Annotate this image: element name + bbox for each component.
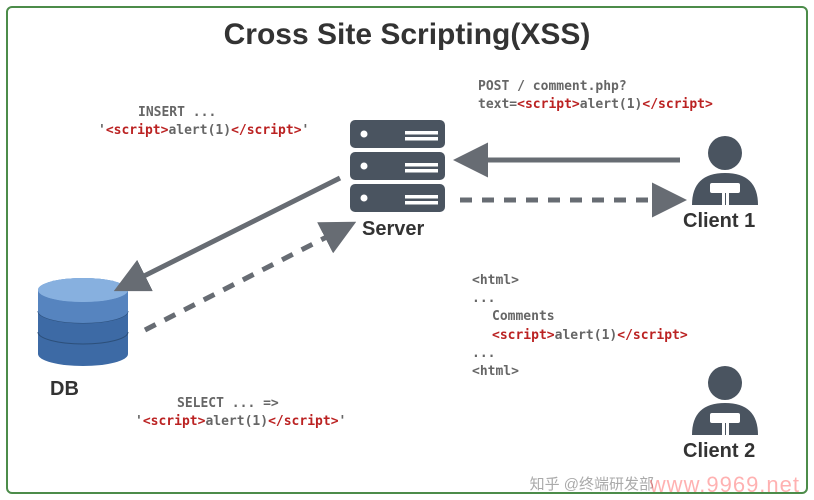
- arrow-server-to-db: [120, 178, 340, 288]
- watermark-zhihu: 知乎 @终端研发部: [530, 473, 654, 494]
- server-icon: [350, 120, 445, 212]
- client1-icon: [692, 136, 758, 205]
- post-code: POST / comment.php? text=<script>alert(1…: [478, 78, 713, 114]
- db-icon: [38, 278, 128, 366]
- insert-code: INSERT ... '<script>alert(1)</script>': [98, 104, 309, 140]
- client2-label: Client 2: [683, 440, 755, 463]
- db-label: DB: [50, 378, 79, 401]
- diagram-canvas: [0, 0, 814, 500]
- response-code: <html> ... Comments <script>alert(1)</sc…: [472, 272, 688, 381]
- select-code: SELECT ... => '<script>alert(1)</script>…: [135, 395, 346, 431]
- client2-icon: [692, 366, 758, 435]
- arrow-db-to-server: [145, 225, 350, 330]
- server-label: Server: [362, 218, 424, 241]
- client1-label: Client 1: [683, 210, 755, 233]
- watermark-url: www.9969.net: [650, 472, 800, 498]
